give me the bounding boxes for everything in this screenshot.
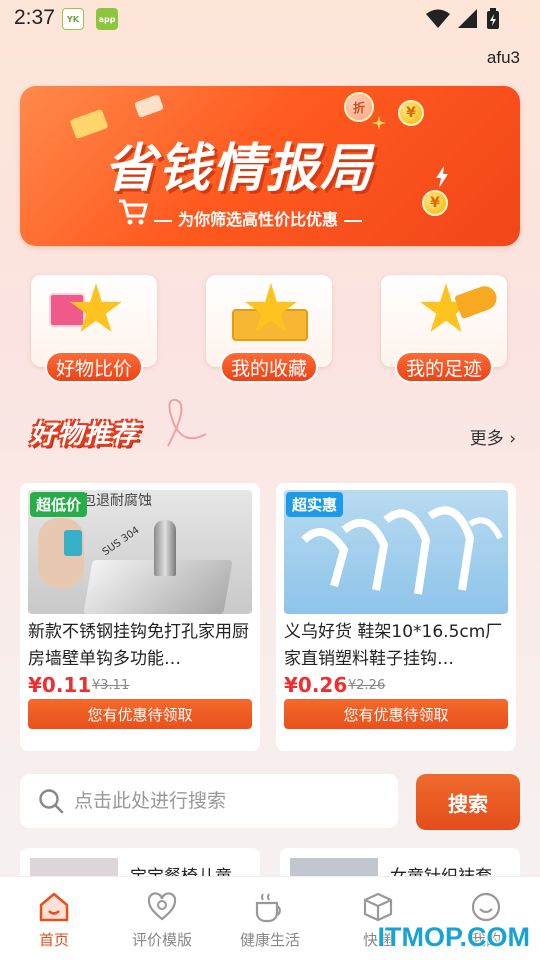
nav-label: 健康生活 xyxy=(239,931,300,949)
promo-banner[interactable]: 折 ¥ ¥ 省钱情报局 为你筛选高性价比优惠 xyxy=(20,86,520,246)
product-card[interactable]: 包退耐腐蚀 SUS 304 超低价 新款不锈钢挂钩免打孔家用厨房墙壁单钩多功能…… xyxy=(20,483,260,751)
search-bar[interactable] xyxy=(20,774,398,828)
home-icon xyxy=(39,892,69,922)
product-title: 义乌好货 鞋架10*16.5cm厂家直销塑料鞋子挂钩… xyxy=(284,622,503,669)
wifi-icon xyxy=(426,9,450,28)
more-link[interactable]: 更多 › xyxy=(470,424,516,449)
quick-action-label: 好物比价 xyxy=(45,351,143,383)
cart-icon xyxy=(119,199,148,225)
user-label: afu3 xyxy=(486,48,520,67)
product-original-price: ¥3.11 xyxy=(92,678,130,693)
image-caption: 包退耐腐蚀 xyxy=(82,493,152,509)
nav-label: 首页 xyxy=(38,931,69,949)
ticket-icon xyxy=(134,94,164,118)
status-time: 2:37 xyxy=(14,6,55,29)
hook-shape xyxy=(154,520,176,576)
coin-icon: ¥ xyxy=(422,190,448,216)
product-title: 新款不锈钢挂钩免打孔家用厨房墙壁单钩多功能… xyxy=(28,622,249,669)
discount-tag-icon: 折 xyxy=(344,92,374,122)
claim-coupon-button[interactable]: 您有优惠待领取 xyxy=(28,699,252,729)
price-badge: 超低价 xyxy=(30,492,88,517)
package-icon xyxy=(363,892,393,922)
sparkle-icon xyxy=(372,116,386,130)
image-label: SUS 304 xyxy=(100,524,142,559)
more-label: 更多 xyxy=(469,429,504,449)
quick-action-history[interactable]: 我的足迹 xyxy=(381,275,507,383)
search-input[interactable] xyxy=(74,790,374,812)
claim-coupon-button[interactable]: 您有优惠待领取 xyxy=(284,699,508,729)
status-indicators xyxy=(426,8,500,30)
cellular-signal-icon xyxy=(458,9,477,28)
quick-action-compare[interactable]: 好物比价 xyxy=(31,275,157,383)
notification-app-icon: YK xyxy=(62,8,84,30)
quick-action-label: 我的收藏 xyxy=(220,351,318,383)
product-price: ¥0.26 xyxy=(284,673,348,697)
review-icon xyxy=(147,892,177,921)
profile-icon xyxy=(471,892,501,922)
product-original-price: ¥2.26 xyxy=(348,678,386,693)
product-card[interactable]: 超实惠 义乌好货 鞋架10*16.5cm厂家直销塑料鞋子挂钩… ¥0.26 ¥2… xyxy=(276,483,516,751)
notification-app-icon: app xyxy=(96,8,118,30)
gift-icon xyxy=(49,293,85,327)
section-title: 好物推荐 xyxy=(30,420,139,450)
chevron-right-icon: › xyxy=(509,429,516,449)
nav-home[interactable]: 首页 xyxy=(0,877,108,960)
ticket-icon xyxy=(69,108,109,140)
price-badge: 超实惠 xyxy=(286,492,344,517)
watermark: ITMOP.COM xyxy=(377,922,530,952)
cup-icon xyxy=(255,893,281,923)
nav-review-templates[interactable]: 评价模版 xyxy=(108,877,216,960)
lightning-icon xyxy=(436,166,448,188)
nav-healthy-living[interactable]: 健康生活 xyxy=(216,877,324,960)
coin-icon: ¥ xyxy=(398,100,424,126)
nav-label: 评价模版 xyxy=(131,931,192,949)
banner-subtitle: 为你筛选高性价比优惠 xyxy=(148,206,368,230)
glue-bottle-shape xyxy=(64,530,82,556)
search-icon xyxy=(39,789,64,814)
battery-icon xyxy=(487,8,499,29)
quick-action-favorites[interactable]: 我的收藏 xyxy=(206,275,332,383)
swirl-decoration-icon xyxy=(167,398,207,447)
banner-title: 省钱情报局 xyxy=(104,139,375,199)
search-button[interactable]: 搜索 xyxy=(416,774,520,830)
status-bar: 2:37 YK app xyxy=(0,0,540,36)
quick-action-label: 我的足迹 xyxy=(395,351,493,383)
product-price: ¥0.11 xyxy=(28,673,92,697)
